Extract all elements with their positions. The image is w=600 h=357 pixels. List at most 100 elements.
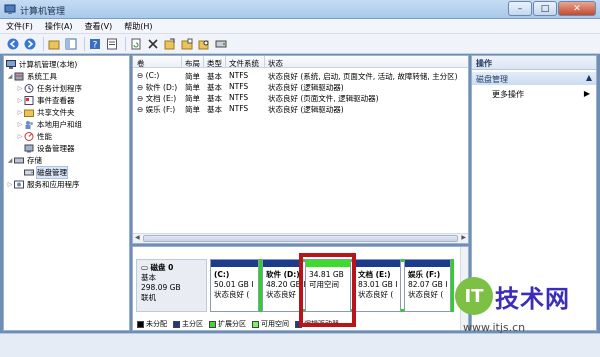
performance-icon <box>24 131 34 141</box>
clock-icon <box>24 83 34 93</box>
event-log-icon <box>24 95 34 105</box>
help-icon[interactable]: ? <box>88 37 102 51</box>
disk-label: ▭ 磁盘 0 <box>141 263 174 272</box>
horizontal-scrollbar[interactable]: ◀ ▶ <box>133 233 468 243</box>
scroll-right-icon[interactable]: ▶ <box>461 234 466 241</box>
disk-info[interactable]: ▭ 磁盘 0 基本 298.09 GB 联机 <box>136 259 207 312</box>
column-divider[interactable] <box>203 56 204 68</box>
volume-filesystem: NTFS <box>229 93 249 102</box>
tree-item-device-manager[interactable]: 设备管理器 <box>24 142 75 154</box>
partition-f[interactable]: 娱乐 (F:) 82.07 GB I 状态良好 ( <box>404 259 451 312</box>
menu-action[interactable]: 操作(A) <box>45 21 73 32</box>
partition-e[interactable]: 文档 (E:) 83.01 GB I 状态良好 ( <box>354 259 401 312</box>
volume-row[interactable]: ⊖ 软件 (D:) 简单 基本 NTFS 状态良好 (逻辑驱动器) <box>133 81 468 92</box>
export-icon[interactable] <box>163 37 177 51</box>
column-header-type[interactable]: 类型 <box>207 58 222 69</box>
partition-size: 83.01 GB I <box>358 280 398 289</box>
column-header-volume[interactable]: 卷 <box>137 58 145 69</box>
expand-icon[interactable]: ▷ <box>16 97 24 104</box>
collapse-arrow-icon[interactable]: ▲ <box>586 73 592 82</box>
properties-icon[interactable] <box>105 37 119 51</box>
volume-filesystem: NTFS <box>229 104 249 113</box>
actions-header: 操作 <box>472 56 596 70</box>
up-folder-icon[interactable] <box>47 37 61 51</box>
minimize-button[interactable]: – <box>508 1 532 16</box>
svg-text:?: ? <box>93 40 98 50</box>
tree-item-event-viewer[interactable]: ▷ 事件查看器 <box>16 94 75 106</box>
shared-folder-icon <box>24 108 34 117</box>
tree-item-disk-management[interactable]: 磁盘管理 <box>24 165 68 179</box>
tree-item-system-tools[interactable]: ◢ 系统工具 <box>6 70 57 82</box>
menu-file[interactable]: 文件(F) <box>6 21 33 32</box>
partition-bar <box>211 260 258 267</box>
tree-item-local-users[interactable]: ▷ 本地用户和组 <box>16 118 82 130</box>
volume-row[interactable]: ⊖ (C:) 简单 基本 NTFS 状态良好 (系统, 启动, 页面文件, 活动… <box>133 70 468 81</box>
expand-icon[interactable]: ▷ <box>16 133 24 140</box>
column-header-status[interactable]: 状态 <box>268 58 283 69</box>
submenu-arrow-icon[interactable]: ▶ <box>584 89 590 98</box>
disk-size: 298.09 GB <box>141 283 181 292</box>
expand-icon[interactable]: ▷ <box>16 109 24 116</box>
tools-icon <box>14 72 24 81</box>
scrollbar-thumb[interactable] <box>143 235 458 242</box>
volume-name: ⊖ (C:) <box>137 71 160 80</box>
partition-d[interactable]: 软件 (D:) 48.20 GB I 状态良好 ( <box>262 259 305 312</box>
collapse-icon[interactable]: ◢ <box>6 157 14 164</box>
partition-c[interactable]: (C:) 50.01 GB I 状态良好 ( <box>210 259 259 312</box>
partition-name: 娱乐 (F:) <box>408 270 441 279</box>
new-folder-icon[interactable] <box>180 37 194 51</box>
column-divider[interactable] <box>181 56 182 68</box>
back-icon[interactable] <box>6 37 20 51</box>
menu-view[interactable]: 查看(V) <box>85 21 113 32</box>
partition-size: 50.01 GB I <box>214 280 254 289</box>
tree-item-root[interactable]: 计算机管理(本地) <box>6 58 77 70</box>
scroll-left-icon[interactable]: ◀ <box>135 234 140 241</box>
tree-item-performance[interactable]: ▷ 性能 <box>16 130 52 142</box>
toolbar-separator <box>43 36 44 51</box>
legend-label: 主分区 <box>182 320 203 328</box>
refresh-icon[interactable] <box>129 37 143 51</box>
tree-item-shared-folders[interactable]: ▷ 共享文件夹 <box>16 106 75 118</box>
volume-row[interactable]: ⊖ 娱乐 (F:) 简单 基本 NTFS 状态良好 (逻辑驱动器) <box>133 103 468 114</box>
disk-state: 联机 <box>141 293 156 302</box>
free-space-highlight <box>299 253 356 327</box>
expand-icon[interactable]: ▷ <box>16 85 24 92</box>
show-hide-tree-icon[interactable] <box>64 37 78 51</box>
users-icon <box>24 120 34 129</box>
column-divider[interactable] <box>264 56 265 68</box>
volume-list-header: 卷 布局 类型 文件系统 状态 <box>133 56 468 68</box>
device-manager-icon <box>24 144 34 153</box>
actions-section-disk-management[interactable]: 磁盘管理 ▲ <box>472 72 596 85</box>
partition-status: 状态良好 ( <box>408 290 444 299</box>
computer-icon <box>6 59 16 69</box>
volume-row[interactable]: ⊖ 文档 (E:) 简单 基本 NTFS 状态良好 (页面文件, 逻辑驱动器) <box>133 92 468 103</box>
disk-icon[interactable] <box>214 37 228 51</box>
menu-help[interactable]: 帮助(H) <box>124 21 152 32</box>
expand-icon[interactable]: ▷ <box>16 121 24 128</box>
maximize-button[interactable]: □ <box>533 1 557 16</box>
tree-item-services-apps[interactable]: ▷ 服务和应用程序 <box>6 178 80 190</box>
column-header-filesystem[interactable]: 文件系统 <box>229 58 259 69</box>
expand-icon[interactable]: ▷ <box>6 181 14 188</box>
delete-icon[interactable] <box>146 37 160 51</box>
search-folder-icon[interactable] <box>197 37 211 51</box>
volume-filesystem: NTFS <box>229 71 249 80</box>
partition-bar <box>405 260 450 267</box>
legend-label: 扩展分区 <box>218 320 246 328</box>
tree-item-storage[interactable]: ◢ 存储 <box>6 154 42 166</box>
column-header-layout[interactable]: 布局 <box>185 58 200 69</box>
column-divider[interactable] <box>225 56 226 68</box>
forward-icon[interactable] <box>23 37 37 51</box>
watermark-url: www.itjs.cn <box>463 321 526 334</box>
partition-status: 状态良好 ( <box>358 290 394 299</box>
tree-item-task-scheduler[interactable]: ▷ 任务计划程序 <box>16 82 82 94</box>
volume-filesystem: NTFS <box>229 82 249 91</box>
volume-icon: ⊖ <box>137 94 146 103</box>
legend-swatch <box>173 320 180 328</box>
collapse-icon[interactable]: ◢ <box>6 73 14 80</box>
more-actions-link[interactable]: 更多操作 <box>492 89 524 100</box>
toolbar: ? <box>0 34 600 54</box>
close-button[interactable]: ✕ <box>558 1 596 16</box>
partition-status: 状态良好 ( <box>214 290 250 299</box>
volume-status: 状态良好 (逻辑驱动器) <box>268 105 344 114</box>
